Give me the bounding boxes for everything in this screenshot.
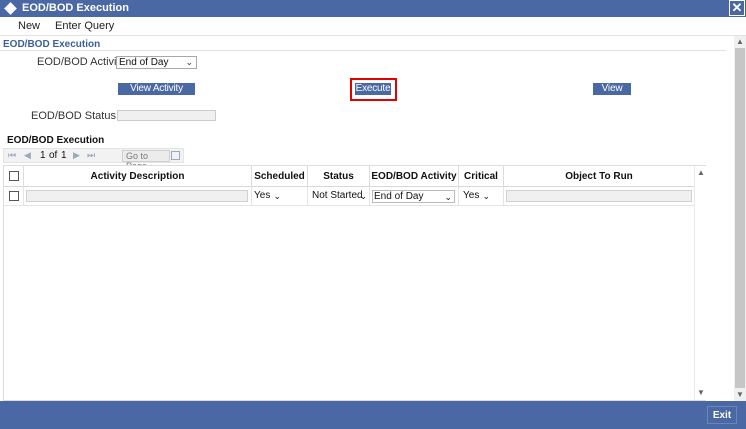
execution-table: Activity Description Scheduled Status EO… <box>3 165 706 401</box>
exit-button[interactable]: Exit <box>707 406 737 424</box>
scheduled-select[interactable]: Yes ⌄ <box>253 190 283 203</box>
pager-current: 1 <box>40 150 46 161</box>
eod-bod-status-field <box>117 110 216 121</box>
critical-value: Yes <box>463 190 480 201</box>
row-eod-bod-activity-value: End of Day <box>374 191 424 202</box>
view-log-button[interactable]: View Log <box>593 83 631 106</box>
chevron-down-icon: ⌄ <box>273 191 281 201</box>
menu-item-new[interactable]: New <box>18 20 40 32</box>
main-content: EOD/BOD Execution EOD/BOD Activity End o… <box>0 36 734 401</box>
critical-cell: Yes ⌄ <box>459 187 504 206</box>
table-row: Yes ⌄ Not Started ⌄ End of Day ⌄ Yes ⌄ <box>4 187 694 206</box>
chevron-down-icon: ⌄ <box>482 191 490 201</box>
menu-bar: New Enter Query <box>0 17 746 36</box>
table-scrollbar[interactable]: ▲ ▼ <box>694 166 706 400</box>
select-all-cell <box>4 166 24 187</box>
critical-select[interactable]: Yes ⌄ <box>462 190 492 203</box>
table-header: Activity Description Scheduled Status EO… <box>4 166 694 187</box>
pager: ⏮ ◀ 1 of 1 ▶ ⏭ Go to Page <box>3 148 184 171</box>
prev-page-icon[interactable]: ◀ <box>24 150 31 161</box>
status-select[interactable]: Not Started ⌄ <box>311 190 369 203</box>
pager-total: 1 <box>61 150 67 161</box>
eod-bod-activity-value: End of Day <box>119 57 169 68</box>
scroll-up-icon[interactable]: ▲ <box>695 167 707 179</box>
col-status[interactable]: Status <box>308 166 370 187</box>
first-page-icon[interactable]: ⏮ <box>8 150 16 161</box>
chevron-down-icon: ⌄ <box>444 192 452 202</box>
row-eod-bod-activity-select[interactable]: End of Day ⌄ <box>372 190 455 203</box>
scrollbar-thumb[interactable] <box>735 48 745 388</box>
object-to-run-cell <box>504 187 694 206</box>
grid-icon[interactable] <box>171 151 180 160</box>
close-icon[interactable]: ✕ <box>729 0 745 16</box>
diamond-icon <box>4 2 17 15</box>
col-eod-bod-activity[interactable]: EOD/BOD Activity <box>370 166 459 187</box>
activity-description-input[interactable] <box>26 190 248 202</box>
select-all-checkbox[interactable] <box>9 171 19 181</box>
pager-of-label: of <box>49 150 58 161</box>
scroll-down-icon[interactable]: ▼ <box>734 389 746 401</box>
chevron-down-icon: ⌄ <box>185 57 193 67</box>
scheduled-cell: Yes ⌄ <box>252 187 308 206</box>
row-select-cell <box>4 187 24 206</box>
section-title: EOD/BOD Execution <box>3 39 101 50</box>
scroll-up-icon[interactable]: ▲ <box>734 36 746 48</box>
window-title: EOD/BOD Execution <box>22 2 129 14</box>
status-cell: Not Started ⌄ <box>308 187 370 206</box>
last-page-icon[interactable]: ⏭ <box>87 150 95 161</box>
scroll-down-icon[interactable]: ▼ <box>695 387 707 399</box>
scheduled-value: Yes <box>254 190 271 201</box>
row-checkbox[interactable] <box>9 191 19 201</box>
view-activity-status-button[interactable]: View Activity Status <box>118 83 195 106</box>
go-to-page-input[interactable]: Go to Page <box>122 150 170 171</box>
menu-item-enter-query[interactable]: Enter Query <box>55 20 114 32</box>
col-object-to-run[interactable]: Object To Run <box>504 166 694 187</box>
eod-bod-activity-label: EOD/BOD Activity <box>37 56 126 68</box>
execute-button[interactable]: Execute <box>355 83 391 95</box>
eod-bod-status-label: EOD/BOD Status :- <box>31 110 126 122</box>
status-value: Not Started <box>312 190 363 201</box>
eod-bod-activity-cell: End of Day ⌄ <box>370 187 459 206</box>
object-to-run-input[interactable] <box>506 190 692 202</box>
col-activity-description[interactable]: Activity Description <box>24 166 252 187</box>
next-page-icon[interactable]: ▶ <box>73 150 80 161</box>
activity-description-cell <box>24 187 252 206</box>
col-critical[interactable]: Critical <box>459 166 504 187</box>
chevron-down-icon: ⌄ <box>359 191 367 201</box>
col-scheduled[interactable]: Scheduled <box>252 166 308 187</box>
title-bar: EOD/BOD Execution ✕ <box>0 0 746 17</box>
section-divider <box>0 50 726 51</box>
footer-bar: Exit <box>0 401 746 429</box>
eod-bod-activity-select[interactable]: End of Day ⌄ <box>116 56 197 69</box>
page-scrollbar[interactable]: ▲ ▼ <box>734 36 746 401</box>
grid-title: EOD/BOD Execution <box>7 135 105 146</box>
